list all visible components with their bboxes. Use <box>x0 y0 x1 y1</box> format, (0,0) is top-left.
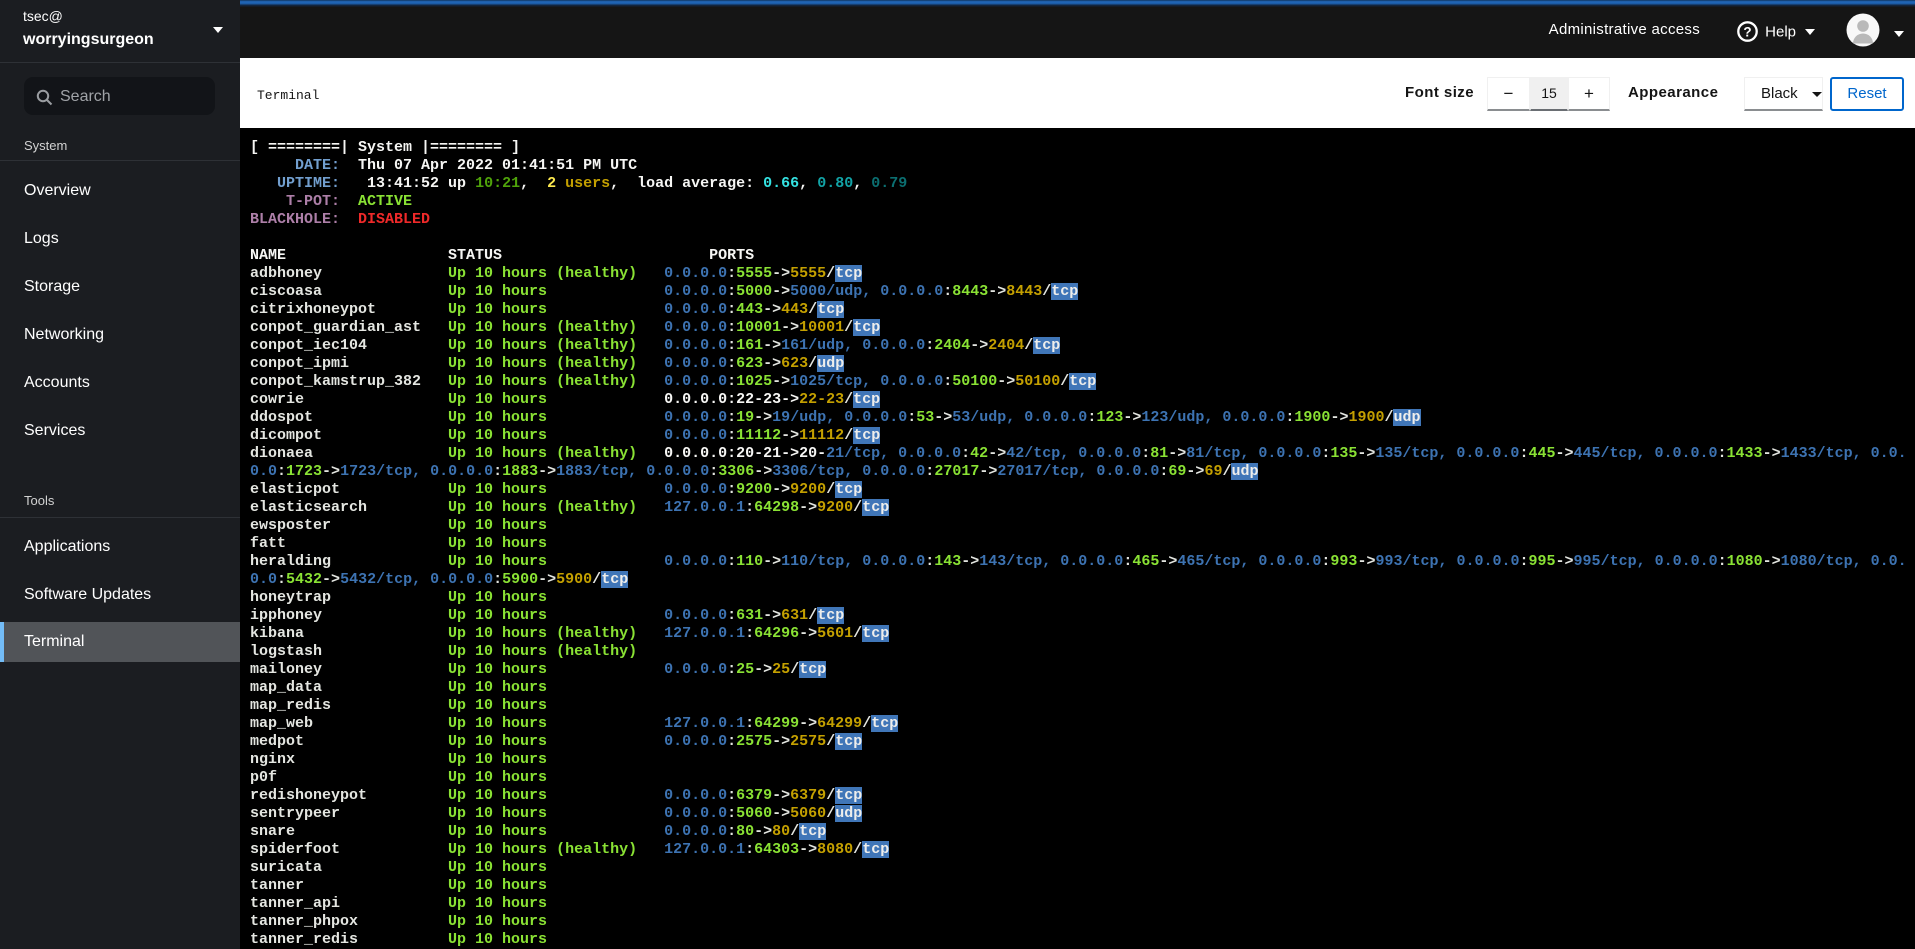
svg-text:?: ? <box>1744 25 1752 40</box>
